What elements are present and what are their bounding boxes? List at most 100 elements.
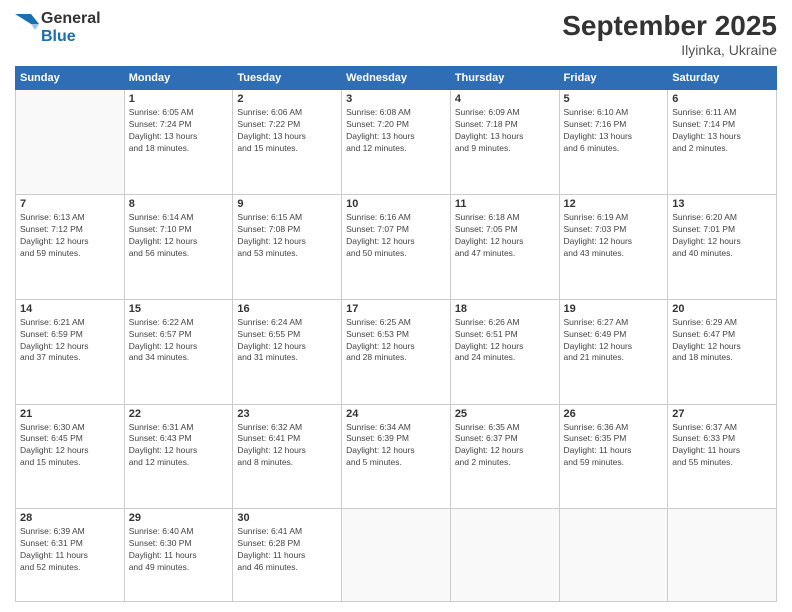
calendar: Sunday Monday Tuesday Wednesday Thursday… bbox=[15, 66, 777, 602]
day-number: 6 bbox=[672, 93, 772, 105]
table-row: 16 Sunrise: 6:24 AMSunset: 6:55 PMDayligh… bbox=[233, 299, 342, 404]
table-row: 2 Sunrise: 6:06 AMSunset: 7:22 PMDaylight… bbox=[233, 90, 342, 195]
day-number: 21 bbox=[20, 408, 120, 420]
table-row: 29Sunrise: 6:40 AMSunset: 6:30 PMDayligh… bbox=[124, 509, 233, 602]
table-row: 3Sunrise: 6:08 AMSunset: 7:20 PMDaylight… bbox=[342, 90, 451, 195]
col-saturday: Saturday bbox=[668, 67, 777, 90]
day-info: Sunrise: 6:21 AMSunset: 6:59 PMDaylight:… bbox=[20, 317, 120, 365]
day-number: 12 bbox=[564, 198, 664, 210]
table-row: 4 Sunrise: 6:09 AMSunset: 7:18 PMDaylight… bbox=[450, 90, 559, 195]
day-info: Sunrise: 6:36 AMSunset: 6:35 PMDaylight:… bbox=[564, 422, 664, 470]
day-info: Sunrise: 6:10 AMSunset: 7:16 PMDaylight:… bbox=[564, 107, 664, 155]
day-number: 10 bbox=[346, 198, 446, 210]
table-row: 7 Sunrise: 6:13 AMSunset: 7:12 PMDaylight… bbox=[16, 194, 125, 299]
day-number: 25 bbox=[455, 408, 555, 420]
day-number: 9 bbox=[237, 198, 337, 210]
table-row bbox=[342, 509, 451, 602]
day-info: Sunrise: 6:24 AMSunset: 6:55 PMDaylight:… bbox=[237, 317, 337, 365]
table-row: 14 Sunrise: 6:21 AMSunset: 6:59 PMDayligh… bbox=[16, 299, 125, 404]
table-row: 1 Sunrise: 6:05 AMSunset: 7:24 PMDaylight… bbox=[124, 90, 233, 195]
table-row: 8 Sunrise: 6:14 AMSunset: 7:10 PMDaylight… bbox=[124, 194, 233, 299]
day-info: Sunrise: 6:25 AMSunset: 6:53 PMDaylight:… bbox=[346, 317, 446, 365]
table-row: 20 Sunrise: 6:29 AMSunset: 6:47 PMDayligh… bbox=[668, 299, 777, 404]
day-number: 15 bbox=[129, 303, 229, 315]
table-row: 26 Sunrise: 6:36 AMSunset: 6:35 PMDayligh… bbox=[559, 404, 668, 509]
table-row: 10 Sunrise: 6:16 AMSunset: 7:07 PMDayligh… bbox=[342, 194, 451, 299]
day-number: 7 bbox=[20, 198, 120, 210]
table-row: 24 Sunrise: 6:34 AMSunset: 6:39 PMDayligh… bbox=[342, 404, 451, 509]
day-number: 22 bbox=[129, 408, 229, 420]
day-info: Sunrise: 6:06 AMSunset: 7:22 PMDaylight:… bbox=[237, 107, 337, 155]
header: General Blue September 2025 Ilyinka, Ukr… bbox=[15, 10, 777, 58]
table-row bbox=[668, 509, 777, 602]
day-info: Sunrise: 6:14 AMSunset: 7:10 PMDaylight:… bbox=[129, 212, 229, 260]
day-number: 16 bbox=[237, 303, 337, 315]
col-wednesday: Wednesday bbox=[342, 67, 451, 90]
table-row: 11 Sunrise: 6:18 AMSunset: 7:05 PMDayligh… bbox=[450, 194, 559, 299]
table-row: 25 Sunrise: 6:35 AMSunset: 6:37 PMDayligh… bbox=[450, 404, 559, 509]
day-info: Sunrise: 6:31 AMSunset: 6:43 PMDaylight:… bbox=[129, 422, 229, 470]
day-number: 20 bbox=[672, 303, 772, 315]
day-number: 29 bbox=[129, 512, 229, 524]
day-number: 30 bbox=[237, 512, 337, 524]
day-number: 14 bbox=[20, 303, 120, 315]
location: Ilyinka, Ukraine bbox=[562, 42, 777, 58]
table-row bbox=[450, 509, 559, 602]
day-number: 13 bbox=[672, 198, 772, 210]
day-info: Sunrise: 6:34 AMSunset: 6:39 PMDaylight:… bbox=[346, 422, 446, 470]
month-title: September 2025 bbox=[562, 10, 777, 42]
day-info: Sunrise: 6:11 AMSunset: 7:14 PMDaylight:… bbox=[672, 107, 772, 155]
day-info: Sunrise: 6:09 AMSunset: 7:18 PMDaylight:… bbox=[455, 107, 555, 155]
table-row: 18Sunrise: 6:26 AMSunset: 6:51 PMDayligh… bbox=[450, 299, 559, 404]
table-row: 13 Sunrise: 6:20 AMSunset: 7:01 PMDayligh… bbox=[668, 194, 777, 299]
day-info: Sunrise: 6:16 AMSunset: 7:07 PMDaylight:… bbox=[346, 212, 446, 260]
day-number: 3 bbox=[346, 93, 446, 105]
day-number: 19 bbox=[564, 303, 664, 315]
table-row: 9 Sunrise: 6:15 AMSunset: 7:08 PMDaylight… bbox=[233, 194, 342, 299]
calendar-header-row: Sunday Monday Tuesday Wednesday Thursday… bbox=[16, 67, 777, 90]
day-info: Sunrise: 6:18 AMSunset: 7:05 PMDaylight:… bbox=[455, 212, 555, 260]
day-info: Sunrise: 6:29 AMSunset: 6:47 PMDaylight:… bbox=[672, 317, 772, 365]
table-row bbox=[16, 90, 125, 195]
table-row bbox=[559, 509, 668, 602]
table-row: 23Sunrise: 6:32 AMSunset: 6:41 PMDayligh… bbox=[233, 404, 342, 509]
logo-icon bbox=[15, 14, 39, 42]
table-row: 21 Sunrise: 6:30 AMSunset: 6:45 PMDayligh… bbox=[16, 404, 125, 509]
table-row: 22 Sunrise: 6:31 AMSunset: 6:43 PMDayligh… bbox=[124, 404, 233, 509]
day-number: 5 bbox=[564, 93, 664, 105]
day-number: 17 bbox=[346, 303, 446, 315]
day-info: Sunrise: 6:20 AMSunset: 7:01 PMDaylight:… bbox=[672, 212, 772, 260]
day-info: Sunrise: 6:05 AMSunset: 7:24 PMDaylight:… bbox=[129, 107, 229, 155]
day-number: 2 bbox=[237, 93, 337, 105]
day-info: Sunrise: 6:15 AMSunset: 7:08 PMDaylight:… bbox=[237, 212, 337, 260]
day-number: 1 bbox=[129, 93, 229, 105]
day-number: 8 bbox=[129, 198, 229, 210]
day-number: 23 bbox=[237, 408, 337, 420]
table-row: 5 Sunrise: 6:10 AMSunset: 7:16 PMDaylight… bbox=[559, 90, 668, 195]
day-number: 26 bbox=[564, 408, 664, 420]
table-row: 17 Sunrise: 6:25 AMSunset: 6:53 PMDayligh… bbox=[342, 299, 451, 404]
day-info: Sunrise: 6:26 AMSunset: 6:51 PMDaylight:… bbox=[455, 317, 555, 365]
col-monday: Monday bbox=[124, 67, 233, 90]
day-info: Sunrise: 6:22 AMSunset: 6:57 PMDaylight:… bbox=[129, 317, 229, 365]
day-info: Sunrise: 6:35 AMSunset: 6:37 PMDaylight:… bbox=[455, 422, 555, 470]
day-info: Sunrise: 6:30 AMSunset: 6:45 PMDaylight:… bbox=[20, 422, 120, 470]
day-info: Sunrise: 6:39 AMSunset: 6:31 PMDaylight:… bbox=[20, 526, 120, 574]
logo-general-text: General bbox=[41, 10, 101, 28]
day-number: 4 bbox=[455, 93, 555, 105]
table-row: 28 Sunrise: 6:39 AMSunset: 6:31 PMDayligh… bbox=[16, 509, 125, 602]
day-number: 28 bbox=[20, 512, 120, 524]
col-friday: Friday bbox=[559, 67, 668, 90]
table-row: 6 Sunrise: 6:11 AMSunset: 7:14 PMDaylight… bbox=[668, 90, 777, 195]
day-number: 11 bbox=[455, 198, 555, 210]
day-info: Sunrise: 6:13 AMSunset: 7:12 PMDaylight:… bbox=[20, 212, 120, 260]
logo-blue-text: Blue bbox=[41, 28, 101, 46]
table-row: 30 Sunrise: 6:41 AMSunset: 6:28 PMDayligh… bbox=[233, 509, 342, 602]
day-info: Sunrise: 6:19 AMSunset: 7:03 PMDaylight:… bbox=[564, 212, 664, 260]
day-number: 24 bbox=[346, 408, 446, 420]
day-info: Sunrise: 6:37 AMSunset: 6:33 PMDaylight:… bbox=[672, 422, 772, 470]
col-tuesday: Tuesday bbox=[233, 67, 342, 90]
day-info: Sunrise: 6:41 AMSunset: 6:28 PMDaylight:… bbox=[237, 526, 337, 574]
logo: General Blue bbox=[15, 10, 101, 45]
table-row: 19Sunrise: 6:27 AMSunset: 6:49 PMDayligh… bbox=[559, 299, 668, 404]
